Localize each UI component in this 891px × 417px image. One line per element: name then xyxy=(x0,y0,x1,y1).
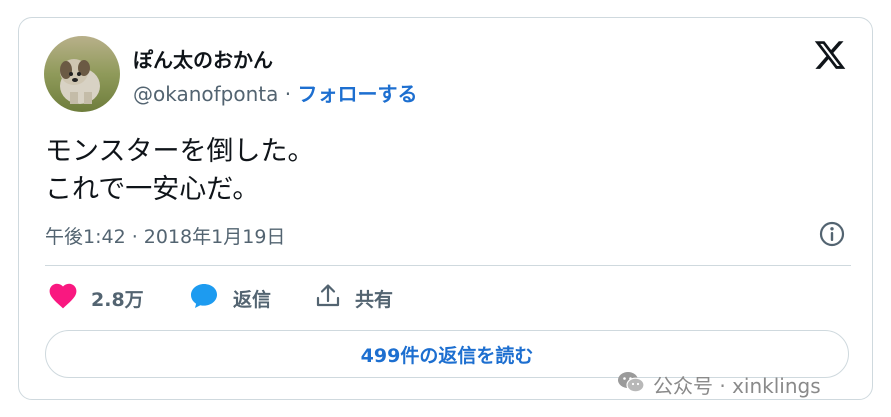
x-logo-icon[interactable] xyxy=(813,38,847,72)
display-name[interactable]: ぽん太のおかん xyxy=(133,44,273,73)
reply-button[interactable]: 返信 xyxy=(189,283,271,313)
handle-line: @okanofponta · フォローする xyxy=(133,78,417,107)
like-button[interactable]: 2.8万 xyxy=(49,283,144,313)
tweet-text-line: モンスターを倒した。 xyxy=(45,136,315,167)
handle[interactable]: @okanofponta xyxy=(133,82,278,106)
tweet-text: モンスターを倒した。 これで一安心だ。 xyxy=(45,133,314,209)
share-label: 共有 xyxy=(355,288,394,311)
divider xyxy=(45,265,851,266)
share-button[interactable]: 共有 xyxy=(315,283,393,313)
tweet-card: ぽん太のおかん @okanofponta · フォローする モンスターを倒した。… xyxy=(18,17,873,400)
like-count: 2.8万 xyxy=(91,288,144,311)
timestamp[interactable]: 午後1:42 · 2018年1月19日 xyxy=(45,222,285,249)
watermark: 公众号 · xinklings xyxy=(617,370,821,399)
follow-button[interactable]: フォローする xyxy=(297,82,417,106)
reply-label: 返信 xyxy=(233,288,272,311)
handle-separator: · xyxy=(284,82,292,106)
heart-icon xyxy=(49,283,77,313)
wechat-icon xyxy=(617,370,645,399)
tweet-text-line: これで一安心だ。 xyxy=(45,174,260,205)
info-icon[interactable] xyxy=(818,220,846,248)
watermark-text: 公众号 · xinklings xyxy=(653,374,821,398)
speech-bubble-icon xyxy=(189,282,219,314)
share-icon xyxy=(315,283,341,313)
avatar[interactable] xyxy=(44,36,120,112)
